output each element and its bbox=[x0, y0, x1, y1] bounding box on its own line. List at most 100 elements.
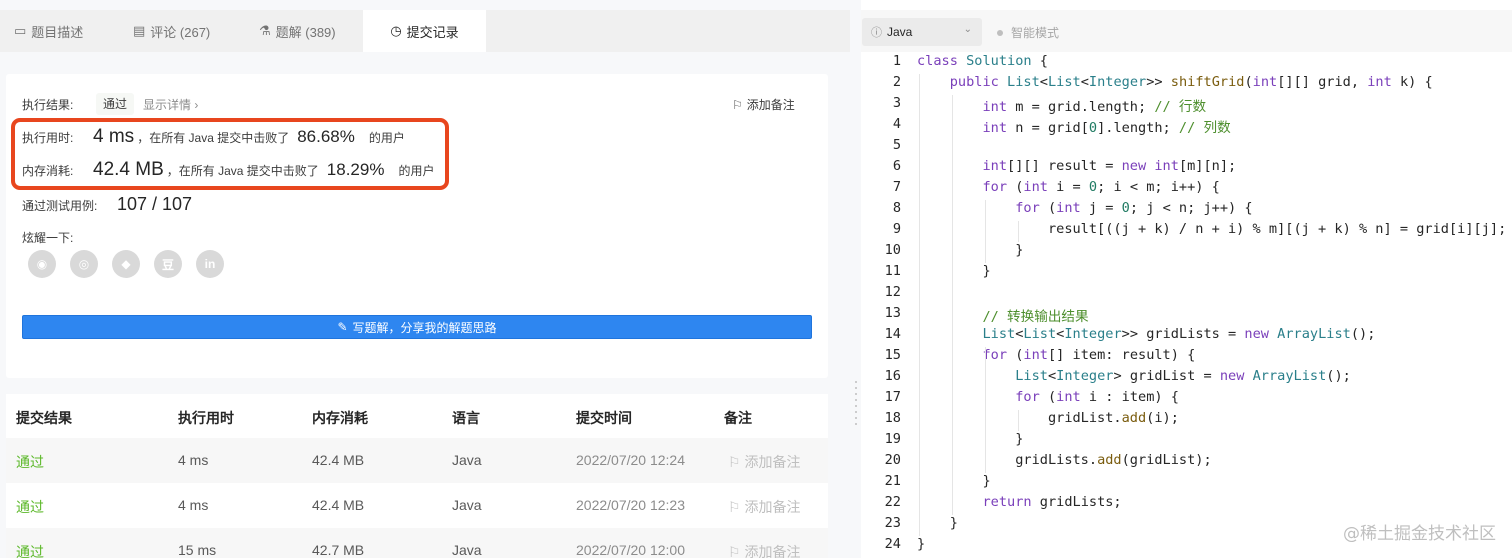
line-number: 14 bbox=[884, 326, 901, 342]
tab-label: 评论 (267) bbox=[150, 24, 211, 40]
line-number: 18 bbox=[884, 410, 901, 426]
line-number: 19 bbox=[884, 431, 901, 447]
add-note-label: 添加备注 bbox=[746, 98, 795, 112]
tab-bar: ▭ 题目描述 ▤ 评论 (267) ⚗ 题解 (389) ◷ 提交记录 bbox=[0, 10, 850, 52]
code-line[interactable]: int[][] result = new int[m][n]; bbox=[917, 158, 1236, 174]
table-header: 提交时间 bbox=[576, 410, 632, 426]
grip-dot bbox=[855, 423, 857, 425]
code-line[interactable]: return gridLists; bbox=[917, 494, 1121, 510]
line-number: 7 bbox=[892, 179, 901, 195]
table-header: 提交结果 bbox=[16, 410, 72, 426]
douban-icon[interactable]: 豆 bbox=[154, 250, 182, 278]
line-number: 12 bbox=[884, 284, 901, 300]
code-line[interactable]: List<List<Integer>> gridLists = new Arra… bbox=[917, 326, 1375, 342]
clock-icon: ◷ bbox=[390, 23, 402, 38]
share-label: 炫耀一下: bbox=[22, 231, 74, 245]
table-header: 执行用时 bbox=[178, 410, 234, 426]
grip-dot bbox=[855, 381, 857, 383]
row-note-label: 添加备注 bbox=[744, 499, 801, 515]
table-row[interactable]: 通过 15 ms 42.7 MB Java 2022/07/20 12:00 ⚐… bbox=[6, 528, 828, 558]
smart-mode-label: 智能模式 bbox=[1011, 26, 1060, 40]
code-line[interactable]: int m = grid.length; // 行数 bbox=[917, 95, 1206, 115]
grip-dot bbox=[855, 411, 857, 413]
row-submitted: 2022/07/20 12:00 bbox=[576, 542, 685, 558]
grip-dot bbox=[855, 387, 857, 389]
tab-description[interactable]: ▭ 题目描述 bbox=[14, 10, 110, 52]
code-line[interactable]: for (int[] item: result) { bbox=[917, 347, 1195, 363]
code-editor[interactable]: 1 class Solution {2 public List<List<Inte… bbox=[861, 52, 1512, 558]
line-number: 20 bbox=[884, 452, 901, 468]
code-line[interactable]: int n = grid[0].length; // 列数 bbox=[917, 116, 1230, 136]
line-number: 3 bbox=[892, 95, 901, 111]
tab-solutions[interactable]: ⚗ 题解 (389) bbox=[259, 10, 359, 52]
write-solution-label: 写题解，分享我的解题思路 bbox=[352, 320, 497, 335]
code-line[interactable]: gridLists.add(gridList); bbox=[917, 452, 1211, 468]
line-number: 10 bbox=[884, 242, 901, 258]
code-line[interactable]: } bbox=[917, 263, 990, 279]
code-line[interactable]: } bbox=[917, 536, 925, 552]
row-note-label: 添加备注 bbox=[744, 544, 801, 558]
code-line[interactable]: class Solution { bbox=[917, 53, 1048, 69]
row-memory: 42.7 MB bbox=[312, 542, 365, 558]
row-status[interactable]: 通过 bbox=[16, 452, 44, 472]
line-number: 6 bbox=[892, 158, 901, 174]
code-line[interactable]: } bbox=[917, 431, 1023, 447]
comment-icon: ▤ bbox=[133, 23, 146, 38]
code-line[interactable]: } bbox=[917, 515, 958, 531]
submissions-table: 提交结果 执行用时 内存消耗 语言 提交时间 备注 通过 4 ms 42.4 M… bbox=[6, 394, 828, 558]
show-details-link[interactable]: 显示详情 › bbox=[143, 96, 198, 113]
chevron-down-icon: ⌄ bbox=[963, 24, 972, 35]
row-add-note[interactable]: ⚐ 添加备注 bbox=[728, 452, 800, 472]
row-time: 4 ms bbox=[178, 497, 209, 513]
table-row[interactable]: 通过 4 ms 42.4 MB Java 2022/07/20 12:24 ⚐ … bbox=[6, 438, 828, 483]
indent-guide bbox=[952, 95, 953, 515]
flag-icon: ⚐ bbox=[732, 97, 743, 112]
table-row[interactable]: 通过 4 ms 42.4 MB Java 2022/07/20 12:23 ⚐ … bbox=[6, 483, 828, 528]
code-line[interactable]: public List<List<Integer>> shiftGrid(int… bbox=[917, 74, 1433, 90]
indent-guide bbox=[1018, 410, 1019, 431]
row-time: 15 ms bbox=[178, 542, 217, 558]
row-status[interactable]: 通过 bbox=[16, 497, 44, 517]
line-number: 2 bbox=[892, 74, 901, 90]
line-number: 11 bbox=[884, 263, 901, 279]
tab-label: 提交记录 bbox=[406, 24, 459, 40]
share-icons: ◉ ◎ ◆ 豆 in bbox=[28, 250, 224, 278]
add-note-button[interactable]: ⚐ 添加备注 bbox=[732, 96, 795, 113]
tab-comments[interactable]: ▤ 评论 (267) bbox=[133, 10, 243, 52]
qq-icon[interactable]: ◆ bbox=[112, 250, 140, 278]
code-line[interactable]: for (int i = 0; i < m; i++) { bbox=[917, 179, 1219, 195]
code-line[interactable]: } bbox=[917, 242, 1023, 258]
panel-splitter[interactable] bbox=[850, 0, 861, 558]
info-icon: ⓘ bbox=[871, 27, 882, 39]
row-language: Java bbox=[452, 452, 482, 468]
code-line[interactable]: // 转换输出结果 bbox=[917, 305, 1088, 325]
linkedin-icon[interactable]: in bbox=[196, 250, 224, 278]
tab-submissions[interactable]: ◷ 提交记录 bbox=[363, 10, 486, 52]
code-line[interactable]: gridList.add(i); bbox=[917, 410, 1179, 426]
row-add-note[interactable]: ⚐ 添加备注 bbox=[728, 497, 800, 517]
editor-toolbar: ⓘ Java ⌄ 智能模式 bbox=[861, 10, 1512, 52]
line-number: 21 bbox=[884, 473, 901, 489]
write-solution-button[interactable]: ✎ 写题解，分享我的解题思路 bbox=[22, 315, 812, 339]
description-icon: ▭ bbox=[14, 23, 27, 38]
wechat-icon[interactable]: ◉ bbox=[28, 250, 56, 278]
test-cases-value: 107 / 107 bbox=[117, 194, 193, 214]
language-select[interactable]: ⓘ Java ⌄ bbox=[862, 18, 982, 46]
row-status[interactable]: 通过 bbox=[16, 542, 44, 558]
code-line[interactable]: for (int j = 0; j < n; j++) { bbox=[917, 200, 1252, 216]
indent-guide bbox=[919, 74, 920, 536]
row-language: Java bbox=[452, 497, 482, 513]
code-line[interactable]: result[((j + k) / n + i) % m][(j + k) % … bbox=[917, 221, 1506, 237]
toggle-dot-icon bbox=[997, 29, 1003, 36]
grip-dot bbox=[855, 393, 857, 395]
highlight-box bbox=[11, 118, 449, 190]
line-number: 17 bbox=[884, 389, 901, 405]
code-line[interactable]: for (int i : item) { bbox=[917, 389, 1179, 405]
weibo-icon[interactable]: ◎ bbox=[70, 250, 98, 278]
smart-mode-toggle[interactable]: 智能模式 bbox=[997, 24, 1059, 41]
row-add-note[interactable]: ⚐ 添加备注 bbox=[728, 542, 800, 558]
grip-dot bbox=[855, 405, 857, 407]
code-line[interactable]: List<Integer> gridList = new ArrayList()… bbox=[917, 368, 1351, 384]
line-number: 23 bbox=[884, 515, 901, 531]
code-line[interactable]: } bbox=[917, 473, 990, 489]
